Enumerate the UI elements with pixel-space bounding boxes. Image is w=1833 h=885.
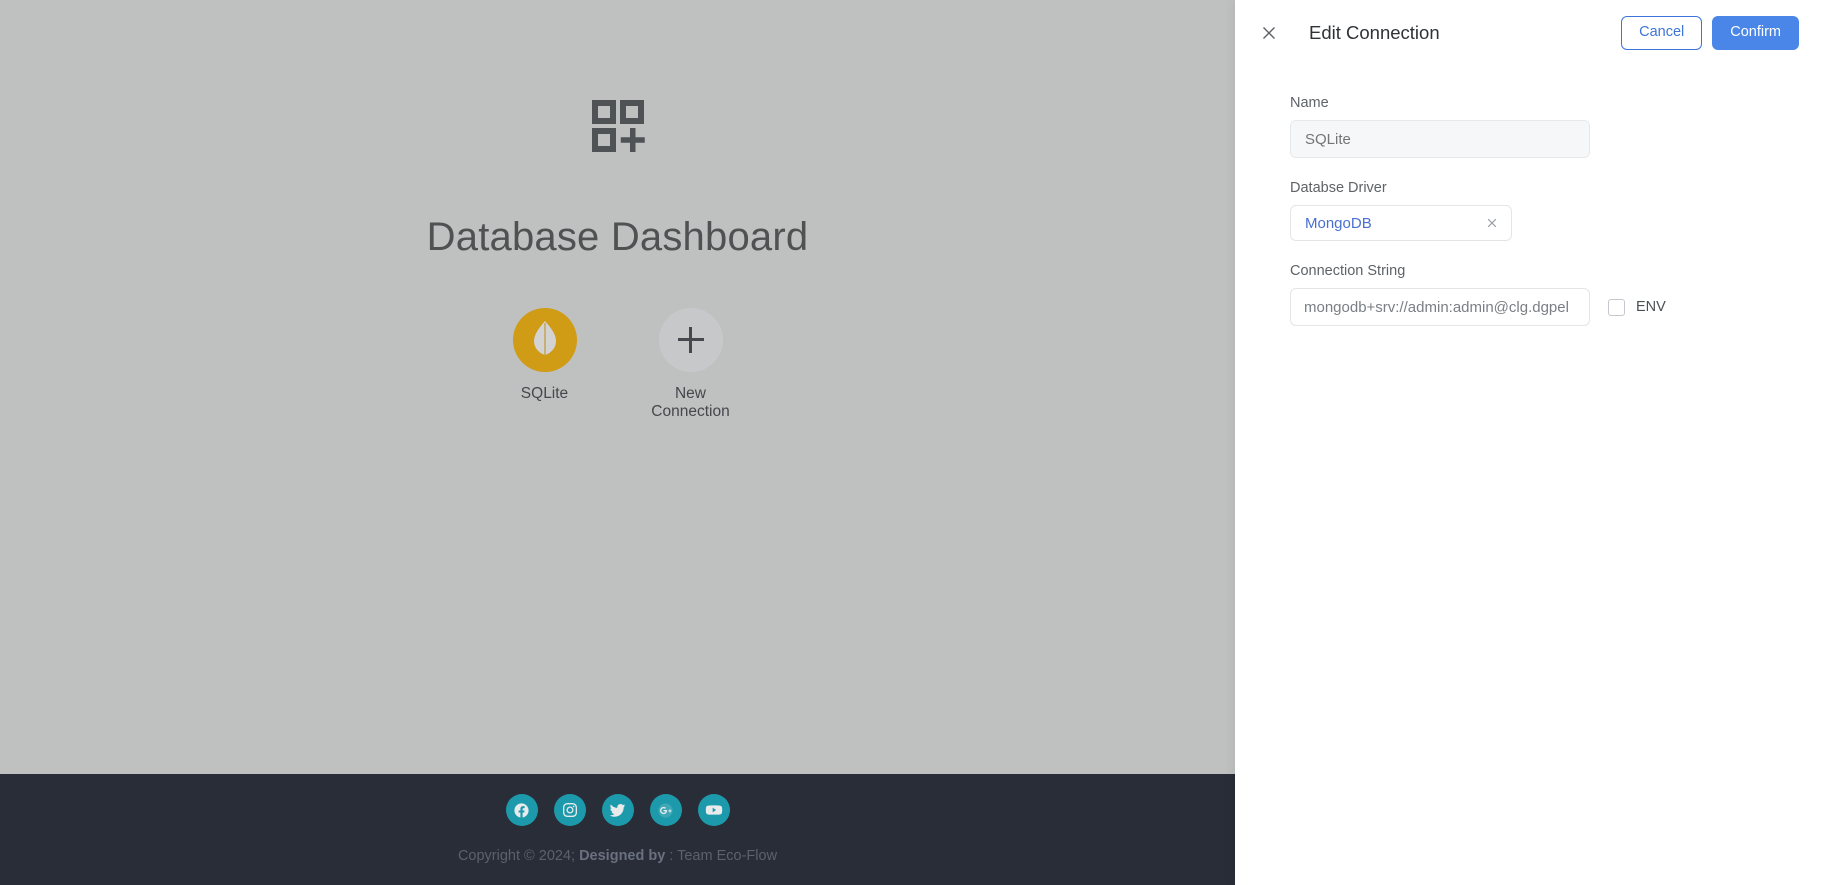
connection-string-input[interactable]	[1290, 288, 1590, 326]
facebook-icon[interactable]	[505, 794, 538, 826]
field-driver: Databse Driver MongoDB	[1290, 180, 1793, 241]
env-checkbox[interactable]	[1608, 298, 1625, 316]
edit-connection-drawer: Edit Connection Cancel Confirm Name Data…	[1235, 0, 1833, 885]
grid-add-icon	[587, 95, 649, 157]
close-icon[interactable]	[1259, 23, 1279, 43]
drawer-title: Edit Connection	[1309, 22, 1440, 43]
connection-avatar	[512, 308, 577, 372]
social-links	[505, 794, 730, 826]
driver-selected-value: MongoDB	[1305, 214, 1372, 232]
instagram-icon[interactable]	[553, 794, 586, 826]
env-label: ENV	[1636, 299, 1666, 315]
name-input[interactable]	[1290, 120, 1590, 158]
clear-driver-icon[interactable]	[1485, 216, 1499, 230]
page-title: Database Dashboard	[426, 215, 809, 259]
twitter-icon[interactable]	[601, 794, 634, 826]
connection-label: SQLite	[520, 385, 569, 402]
dimmed-backdrop: Database Dashboard SQLite New Connection…	[0, 0, 1235, 885]
mongodb-leaf-icon	[530, 319, 560, 362]
field-connection-string: Connection String ENV	[1290, 263, 1793, 326]
youtube-icon[interactable]	[697, 794, 730, 826]
connection-string-row: ENV	[1290, 288, 1793, 326]
confirm-button[interactable]: Confirm	[1712, 16, 1799, 50]
connection-string-label: Connection String	[1290, 263, 1406, 279]
drawer-actions: Cancel Confirm	[1621, 16, 1799, 50]
copyright-suffix: : Team Eco-Flow	[665, 848, 778, 864]
copyright-designed-by: Designed by	[579, 848, 666, 864]
copyright-prefix: Copyright © 2024;	[457, 848, 580, 864]
new-connection-avatar	[658, 308, 723, 372]
connection-list: SQLite New Connection	[490, 308, 746, 422]
connection-label: New Connection	[651, 385, 730, 421]
google-plus-icon[interactable]	[649, 794, 682, 826]
driver-label: Databse Driver	[1290, 180, 1387, 196]
connection-tile-sqlite[interactable]: SQLite	[490, 308, 600, 403]
site-footer: Copyright © 2024; Designed by : Team Eco…	[0, 774, 1235, 885]
cancel-button[interactable]: Cancel	[1621, 16, 1703, 50]
field-name: Name	[1290, 95, 1793, 158]
dashboard-content: Database Dashboard SQLite New Connection	[0, 0, 1235, 774]
drawer-header: Edit Connection Cancel Confirm	[1235, 0, 1833, 66]
app-root: Database Dashboard SQLite New Connection…	[0, 0, 1833, 885]
copyright-text: Copyright © 2024; Designed by : Team Eco…	[458, 848, 777, 864]
connection-tile-new[interactable]: New Connection	[636, 308, 746, 422]
plus-icon	[677, 326, 705, 354]
name-label: Name	[1290, 95, 1329, 111]
connection-form: Name Databse Driver MongoDB Connection S…	[1235, 66, 1833, 326]
driver-select[interactable]: MongoDB	[1290, 205, 1512, 241]
